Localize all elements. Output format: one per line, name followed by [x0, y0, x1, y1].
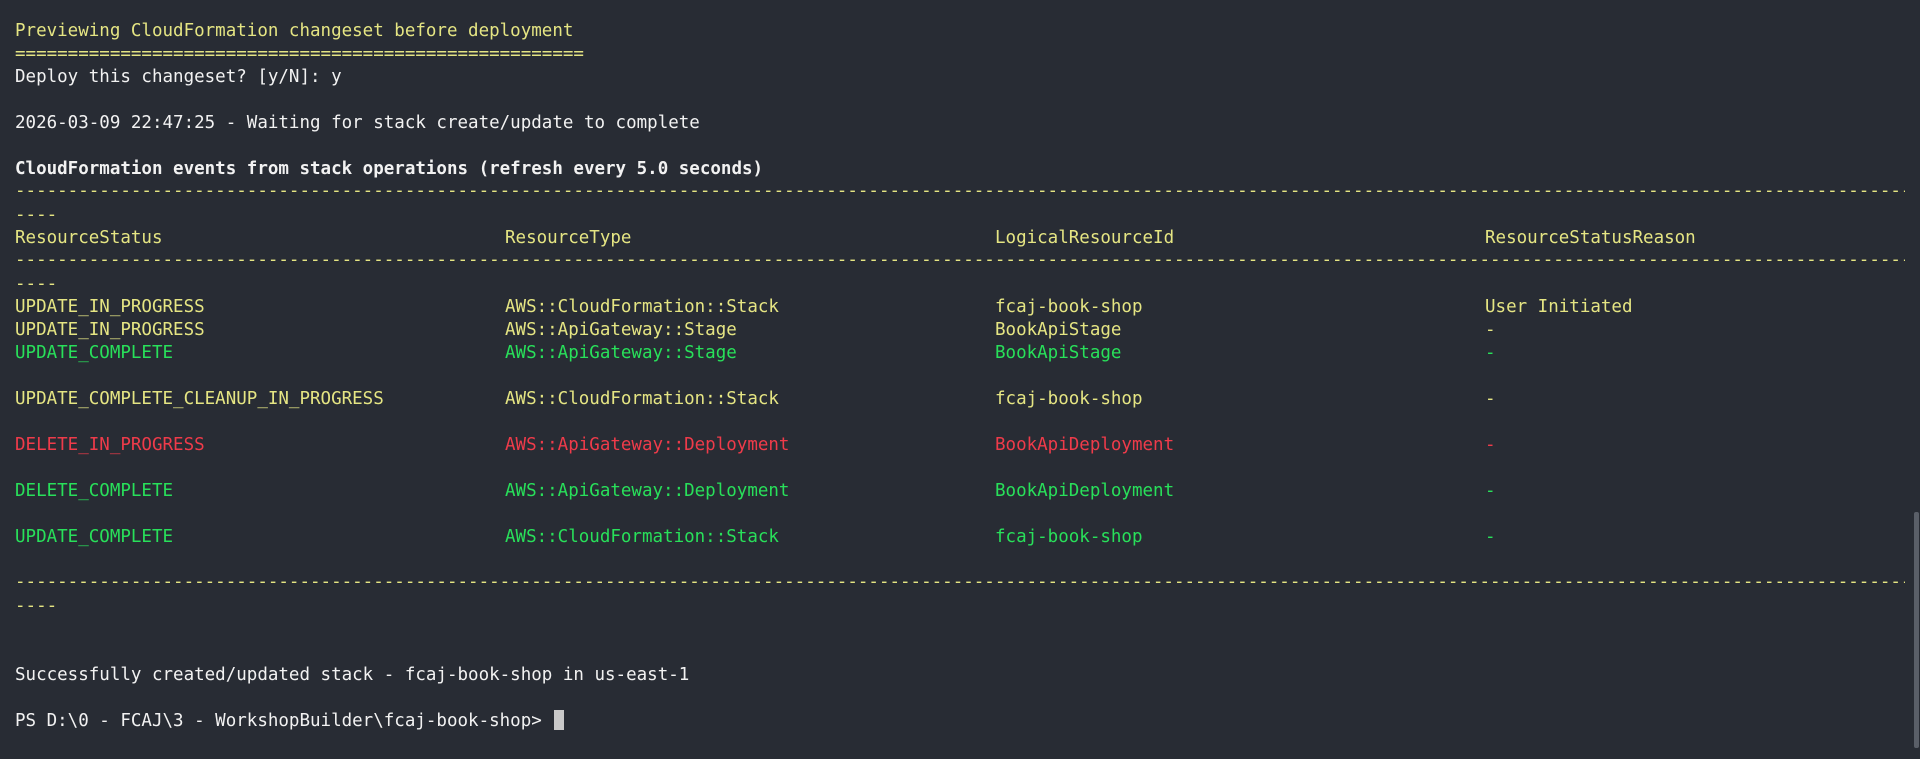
table-rule-mid-tail: ---- [15, 274, 58, 294]
waiting-message: 2026-03-09 22:47:25 - Waiting for stack … [15, 113, 700, 133]
table-rule-mid: ----------------------------------------… [15, 250, 1905, 270]
cell-type: AWS::ApiGateway::Deployment [505, 435, 790, 455]
cell-logical-id: BookApiDeployment [995, 481, 1175, 501]
cell-type: AWS::CloudFormation::Stack [505, 297, 779, 317]
powershell-prompt: PS D:\0 - FCAJ\3 - WorkshopBuilder\fcaj-… [15, 711, 542, 731]
cell-status: UPDATE_IN_PROGRESS [15, 297, 205, 317]
table-row: UPDATE_COMPLETE AWS::ApiGateway::Stage B… [15, 342, 1905, 365]
cell-status: UPDATE_COMPLETE [15, 343, 174, 363]
header-resource-status-reason: ResourceStatusReason [1485, 228, 1696, 248]
header-resource-status: ResourceStatus [15, 228, 163, 248]
header-logical-resource-id: LogicalResourceId [995, 228, 1175, 248]
table-row: UPDATE_IN_PROGRESS AWS::CloudFormation::… [15, 296, 1905, 319]
table-row: UPDATE_COMPLETE_CLEANUP_IN_PROGRESS AWS:… [15, 388, 1905, 411]
cell-type: AWS::ApiGateway::Deployment [505, 481, 790, 501]
cell-logical-id: BookApiDeployment [995, 435, 1175, 455]
table-header-row: ResourceStatus ResourceType LogicalResou… [15, 227, 1905, 250]
cell-logical-id: fcaj-book-shop [995, 527, 1143, 547]
table-rule-top: ----------------------------------------… [15, 181, 1905, 201]
cell-status: UPDATE_IN_PROGRESS [15, 320, 205, 340]
cell-reason: - [1485, 320, 1496, 340]
cell-reason: User Initiated [1485, 297, 1633, 317]
cell-logical-id: fcaj-book-shop [995, 389, 1143, 409]
cell-status: UPDATE_COMPLETE [15, 527, 174, 547]
cell-status: DELETE_COMPLETE [15, 481, 174, 501]
cell-logical-id: fcaj-book-shop [995, 297, 1143, 317]
cell-reason: - [1485, 435, 1496, 455]
terminal-output[interactable]: Previewing CloudFormation changeset befo… [15, 20, 1905, 733]
success-message: Successfully created/updated stack - fca… [15, 665, 690, 685]
table-row: UPDATE_IN_PROGRESS AWS::ApiGateway::Stag… [15, 319, 1905, 342]
cell-logical-id: BookApiStage [995, 320, 1122, 340]
table-rule-bottom-tail: ---- [15, 596, 58, 616]
table-row: DELETE_IN_PROGRESS AWS::ApiGateway::Depl… [15, 434, 1905, 457]
cell-type: AWS::CloudFormation::Stack [505, 527, 779, 547]
scrollbar-thumb[interactable] [1914, 512, 1919, 748]
cell-reason: - [1485, 481, 1496, 501]
cell-status: UPDATE_COMPLETE_CLEANUP_IN_PROGRESS [15, 389, 384, 409]
text-cursor [554, 710, 565, 730]
table-row: DELETE_COMPLETE AWS::ApiGateway::Deploym… [15, 480, 1905, 503]
powershell-prompt-line[interactable]: PS D:\0 - FCAJ\3 - WorkshopBuilder\fcaj-… [15, 710, 1905, 733]
table-row: UPDATE_COMPLETE AWS::CloudFormation::Sta… [15, 526, 1905, 549]
cell-type: AWS::CloudFormation::Stack [505, 389, 779, 409]
scrollbar-track[interactable] [1912, 0, 1920, 759]
table-rule-top-tail: ---- [15, 205, 58, 225]
events-title: CloudFormation events from stack operati… [15, 159, 764, 179]
cell-status: DELETE_IN_PROGRESS [15, 435, 205, 455]
cell-logical-id: BookApiStage [995, 343, 1122, 363]
deploy-prompt: Deploy this changeset? [y/N]: y [15, 67, 342, 87]
cell-type: AWS::ApiGateway::Stage [505, 320, 737, 340]
title-underline: ========================================… [15, 44, 584, 64]
header-resource-type: ResourceType [505, 228, 632, 248]
cell-reason: - [1485, 527, 1496, 547]
cell-reason: - [1485, 389, 1496, 409]
cell-reason: - [1485, 343, 1496, 363]
cell-type: AWS::ApiGateway::Stage [505, 343, 737, 363]
changeset-preview-title: Previewing CloudFormation changeset befo… [15, 21, 574, 41]
table-rule-bottom: ----------------------------------------… [15, 572, 1905, 592]
